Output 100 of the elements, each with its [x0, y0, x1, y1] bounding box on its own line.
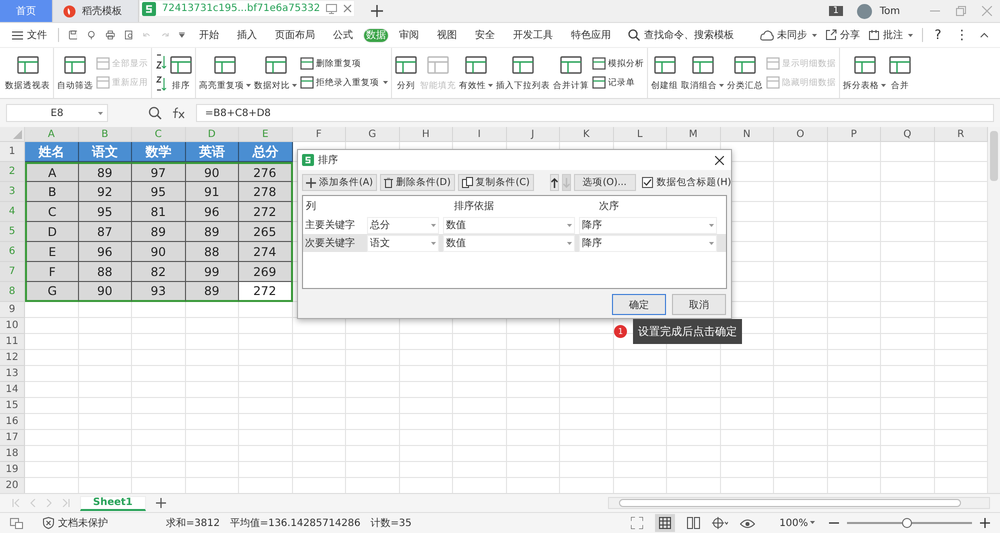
column-header[interactable]: L — [614, 127, 667, 142]
basis-dropdown[interactable]: 数值 — [443, 234, 575, 252]
row-header[interactable]: 16 — [0, 414, 25, 430]
layout-icon[interactable] — [10, 518, 23, 528]
sort-condition-row[interactable]: 主要关键字 总分 数值 降序 — [303, 216, 726, 234]
ribbon-button[interactable]: 分列 — [395, 54, 417, 92]
header-checkbox[interactable]: 数据包含标题(H) — [642, 176, 732, 189]
comment-button[interactable]: 批注 — [868, 28, 913, 42]
ribbon-tab[interactable]: 审阅 — [390, 26, 427, 44]
ribbon-tab[interactable]: 插入 — [228, 26, 265, 44]
toolbar-button[interactable]: 添加条件(A) — [302, 174, 377, 191]
row-header[interactable]: 9 — [0, 302, 25, 318]
row-header[interactable]: 17 — [0, 430, 25, 446]
row-header[interactable]: 1 — [0, 142, 25, 162]
document-tab[interactable]: 稻壳模板 — [53, 0, 139, 22]
ribbon-button[interactable]: 拒绝录入重复项 — [300, 76, 388, 89]
ribbon-button[interactable]: 插入下拉列表 — [496, 54, 550, 92]
ribbon-button[interactable]: 取消组合 — [681, 54, 724, 92]
column-header[interactable]: M — [667, 127, 720, 142]
grid-view-icon[interactable] — [655, 514, 676, 532]
notification-badge[interactable]: 1 — [828, 6, 843, 16]
row-header[interactable]: 12 — [0, 350, 25, 366]
user-name[interactable]: Tom — [880, 6, 900, 16]
ribbon-tab[interactable]: 页面布局 — [266, 26, 323, 44]
export-icon[interactable] — [87, 29, 96, 41]
close-icon[interactable] — [715, 156, 724, 164]
column-header[interactable]: P — [828, 127, 881, 142]
horizontal-scrollbar[interactable] — [608, 497, 990, 509]
column-header[interactable]: H — [400, 127, 453, 142]
basis-dropdown[interactable]: 数值 — [443, 216, 575, 234]
search-field[interactable]: 查找命令、搜索模板 — [628, 28, 756, 42]
ribbon-tab[interactable]: 特色应用 — [562, 26, 619, 44]
ribbon-button[interactable]: 删除重复项 — [300, 57, 388, 70]
column-header[interactable]: I — [453, 127, 506, 142]
avatar-icon[interactable] — [856, 4, 872, 18]
new-tab-icon[interactable] — [371, 5, 384, 17]
ribbon-tab[interactable]: 视图 — [428, 26, 465, 44]
help-button[interactable]: ? — [934, 28, 942, 42]
ribbon-tab[interactable]: 安全 — [466, 26, 503, 44]
ribbon-button[interactable]: 高亮重复项 — [199, 54, 251, 92]
ribbon-button[interactable]: 合并计算 — [553, 54, 589, 92]
crosshair-icon[interactable] — [712, 517, 728, 529]
order-dropdown[interactable]: 降序 — [579, 216, 717, 234]
column-header[interactable]: K — [560, 127, 614, 142]
file-menu[interactable]: 文件 — [6, 28, 53, 42]
zoom-level-dropdown[interactable]: 100% — [779, 518, 815, 528]
order-dropdown[interactable]: 降序 — [579, 234, 717, 252]
column-header[interactable]: J — [506, 127, 560, 142]
ribbon-button[interactable]: 记录单 — [592, 76, 644, 89]
row-header[interactable]: 11 — [0, 334, 25, 350]
ribbon-button[interactable]: 创建组 — [651, 54, 678, 92]
sort-ascending-icon[interactable] — [155, 54, 167, 70]
row-header[interactable]: 10 — [0, 318, 25, 334]
add-sheet-icon[interactable] — [156, 498, 166, 508]
formula-field[interactable]: =B8+C8+D8 — [196, 104, 994, 122]
collapse-icon[interactable] — [980, 31, 990, 39]
ribbon-tab[interactable]: 开发工具 — [504, 26, 561, 44]
column-header[interactable]: Q — [881, 127, 934, 142]
more-button[interactable]: ⋮ — [955, 28, 968, 42]
cancel-button[interactable]: 取消 — [672, 294, 726, 315]
row-header[interactable]: 13 — [0, 366, 25, 382]
sort-condition-row[interactable]: 次要关键字 语文 数值 降序 — [303, 234, 726, 252]
ribbon-button[interactable]: 排序 — [170, 54, 192, 92]
column-header[interactable]: F — [292, 127, 346, 142]
row-header[interactable]: 20 — [0, 478, 25, 493]
toolbar-button[interactable]: 复制条件(C) — [458, 174, 534, 191]
column-header[interactable]: N — [720, 127, 774, 142]
sync-button[interactable]: 未同步 — [760, 28, 817, 42]
function-icon[interactable] — [172, 107, 186, 119]
column-header[interactable]: G — [346, 127, 400, 142]
toolbar-button[interactable]: 删除条件(D) — [380, 174, 455, 191]
name-box[interactable]: E8 — [6, 104, 108, 122]
ribbon-button[interactable]: 自动筛选 — [57, 54, 93, 92]
print-icon[interactable] — [106, 29, 115, 41]
print-preview-icon[interactable] — [124, 29, 134, 41]
customize-icon[interactable] — [179, 31, 185, 39]
column-dropdown[interactable]: 语文 — [367, 234, 439, 252]
save-icon[interactable] — [68, 29, 78, 41]
fullscreen-icon[interactable] — [631, 517, 644, 529]
column-dropdown[interactable]: 总分 — [367, 216, 439, 234]
zoom-icon[interactable] — [148, 106, 162, 120]
ribbon-button[interactable]: 有效性 — [459, 54, 493, 92]
column-header[interactable]: O — [774, 127, 828, 142]
row-header[interactable]: 15 — [0, 398, 25, 414]
row-header[interactable]: 14 — [0, 382, 25, 398]
ribbon-button[interactable]: 数据透视表 — [5, 54, 50, 92]
zoom-thumb[interactable] — [902, 518, 912, 528]
column-header[interactable]: R — [934, 127, 988, 142]
options-button[interactable]: 选项(O)... — [574, 174, 636, 191]
ribbon-button[interactable]: 合并 — [889, 54, 911, 92]
page-view-icon[interactable] — [687, 517, 700, 529]
protection-status[interactable]: 文档未保护 — [43, 516, 108, 530]
ribbon-tab[interactable]: 开始 — [190, 26, 227, 44]
row-header[interactable]: 19 — [0, 462, 25, 478]
move-up-button[interactable] — [550, 174, 559, 191]
ribbon-button[interactable]: 数据对比 — [254, 54, 297, 92]
ok-button[interactable]: 确定 — [612, 294, 666, 315]
ribbon-button[interactable]: 模拟分析 — [592, 57, 644, 70]
ribbon-button[interactable]: 分类汇总 — [727, 54, 763, 92]
scroll-thumb[interactable] — [990, 131, 998, 181]
